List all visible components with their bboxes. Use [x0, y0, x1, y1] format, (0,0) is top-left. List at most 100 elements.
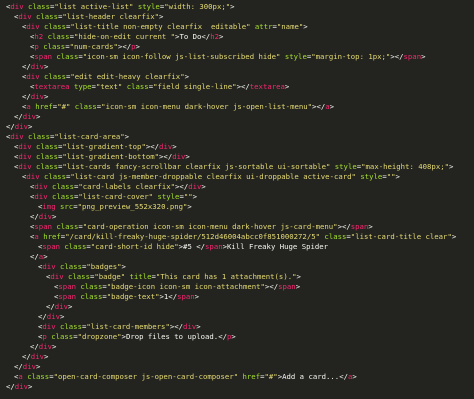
- code-attribute-value: "card-labels clearfix": [78, 182, 176, 191]
- code-line[interactable]: </div>: [0, 122, 474, 132]
- code-line[interactable]: <span class="badge-icon icon-sm icon-att…: [0, 282, 474, 292]
- code-punctuation: >: [35, 362, 41, 371]
- code-punctuation: >: [43, 62, 49, 71]
- code-line[interactable]: <span class="icon-sm icon-follow js-list…: [0, 52, 474, 62]
- code-line[interactable]: <div class="list-card js-member-droppabl…: [0, 172, 474, 182]
- code-tag-name: div: [34, 192, 48, 201]
- code-attribute-name: class: [60, 322, 82, 331]
- code-tag-name: div: [46, 312, 60, 321]
- code-attribute-value: "list-title non-empty clearfix editable": [70, 22, 251, 31]
- code-tag-name: div: [14, 122, 28, 131]
- code-line[interactable]: <div class="list-gradient-bottom"></div>: [0, 152, 474, 162]
- code-attribute-name: class: [52, 192, 74, 201]
- code-line[interactable]: <a href="/card/kill-freaky-huge-spider/5…: [0, 232, 474, 242]
- code-tag-name: div: [10, 132, 24, 141]
- code-punctuation: >: [185, 152, 190, 161]
- code-line[interactable]: </a>: [0, 252, 474, 262]
- code-line[interactable]: <p class="num-cards"></p>: [0, 42, 474, 52]
- code-line[interactable]: </div>: [0, 112, 474, 122]
- code-line[interactable]: <div class="list-gradient-top"></div>: [0, 142, 474, 152]
- code-tag-name: span: [177, 292, 195, 301]
- code-attribute-value: "badge-text": [106, 292, 160, 301]
- code-punctuation: ></: [117, 42, 132, 51]
- code-line[interactable]: <div class="list-cards fancy-scrollbar c…: [0, 162, 474, 172]
- code-line[interactable]: </div>: [0, 62, 474, 72]
- code-punctuation: </: [38, 312, 47, 321]
- code-punctuation: ></: [159, 152, 173, 161]
- code-editor[interactable]: <div class="list active-list" style="wid…: [0, 0, 474, 399]
- code-attribute-name: href: [242, 372, 261, 381]
- code-punctuation: >: [295, 282, 301, 291]
- code-line[interactable]: <div class="edit edit-heavy clearfix">: [0, 72, 474, 82]
- code-punctuation: >: [27, 122, 33, 131]
- code-tag-name: div: [38, 212, 52, 221]
- code-tag-name: div: [30, 92, 44, 101]
- code-tag-name: div: [42, 262, 56, 271]
- code-punctuation: >: [196, 322, 201, 331]
- code-line[interactable]: <div class="card-labels clearfix"></div>: [0, 182, 474, 192]
- code-attribute-name: class: [56, 222, 79, 231]
- code-line[interactable]: </div>: [0, 312, 474, 322]
- code-line[interactable]: </div>: [0, 352, 474, 362]
- code-punctuation: >: [135, 42, 140, 51]
- code-attribute-value: "num-cards": [69, 42, 118, 51]
- code-line[interactable]: <a class="open-card-composer js-open-car…: [0, 372, 474, 382]
- code-attribute-value: "/card/kill-freaky-huge-spider/512d46004…: [65, 232, 321, 241]
- code-line[interactable]: <img src="png_preview_552x320.png">: [0, 202, 474, 212]
- code-line[interactable]: </div>: [0, 212, 474, 222]
- code-punctuation: >: [449, 162, 454, 171]
- code-attribute-value: "#": [57, 102, 71, 111]
- code-line[interactable]: <span class="card-short-id hide">#5 </sp…: [0, 242, 474, 252]
- code-attribute-value: "dropzone": [77, 332, 122, 341]
- code-line[interactable]: <div class="list-card-cover" style="">: [0, 192, 474, 202]
- code-punctuation: >: [124, 132, 130, 141]
- code-line[interactable]: </div>: [0, 92, 474, 102]
- code-line[interactable]: </div>: [0, 382, 474, 392]
- code-attribute-value: "text": [95, 82, 123, 91]
- code-line[interactable]: <div class="list-card-area">: [0, 132, 474, 142]
- code-attribute-value: "icon-sm icon-follow js-list-subscribed …: [82, 52, 281, 61]
- code-line[interactable]: <span class="badge-text">1</span>: [0, 292, 474, 302]
- code-line[interactable]: </div>: [0, 302, 474, 312]
- code-line[interactable]: <div class="badges">: [0, 262, 474, 272]
- code-attribute-name: style: [137, 2, 160, 11]
- code-attribute-value: "card-short-id hide": [90, 242, 179, 251]
- code-attribute-name: src: [60, 202, 74, 211]
- code-punctuation: >: [194, 292, 200, 301]
- code-line[interactable]: <span class="card-operation icon-sm icon…: [0, 222, 474, 232]
- code-tag-name: div: [18, 152, 32, 161]
- code-punctuation: >: [159, 12, 164, 21]
- code-tag-name: div: [26, 172, 40, 181]
- code-line[interactable]: <div class="list active-list" style="wid…: [0, 2, 474, 12]
- code-line[interactable]: <div class="list-card-members"></div>: [0, 322, 474, 332]
- code-punctuation: >: [121, 262, 126, 271]
- code-line[interactable]: </div>: [0, 342, 474, 352]
- code-punctuation: </: [30, 252, 39, 261]
- code-line[interactable]: <h2 class="hide-on-edit current ">To Do<…: [0, 32, 474, 42]
- code-attribute-value: "list-gradient-bottom": [62, 152, 160, 161]
- code-line[interactable]: <a href="#" class="icon-sm icon-menu dar…: [0, 102, 474, 112]
- code-tag-name: div: [10, 2, 24, 11]
- code-tag-name: div: [18, 162, 32, 171]
- code-line[interactable]: <div class="list-header clearfix">: [0, 12, 474, 22]
- code-attribute-name: class: [44, 72, 66, 81]
- code-attribute-name: class: [56, 52, 79, 61]
- code-line[interactable]: </div>: [0, 362, 474, 372]
- code-line[interactable]: <div class="badge" title="This card has …: [0, 272, 474, 282]
- code-attribute-value: "name": [276, 22, 304, 31]
- code-tag-name: div: [34, 182, 48, 191]
- code-attribute-value: "badges": [86, 262, 122, 271]
- code-line[interactable]: <p class="dropzone">Drop files to upload…: [0, 332, 474, 342]
- code-punctuation: >: [59, 312, 65, 321]
- code-tag-name: div: [26, 72, 40, 81]
- code-punctuation: >: [51, 212, 57, 221]
- code-punctuation: </: [22, 62, 31, 71]
- code-text: To Do: [179, 32, 202, 41]
- code-line[interactable]: <div class="list-title non-empty clearfi…: [0, 22, 474, 32]
- code-attribute-name: class: [68, 272, 90, 281]
- code-tag-name: span: [42, 242, 60, 251]
- code-punctuation: >: [296, 272, 301, 281]
- code-attribute-name: class: [36, 152, 58, 161]
- code-attribute-name: class: [28, 2, 50, 11]
- code-line[interactable]: <textarea type="text" class="field singl…: [0, 82, 474, 92]
